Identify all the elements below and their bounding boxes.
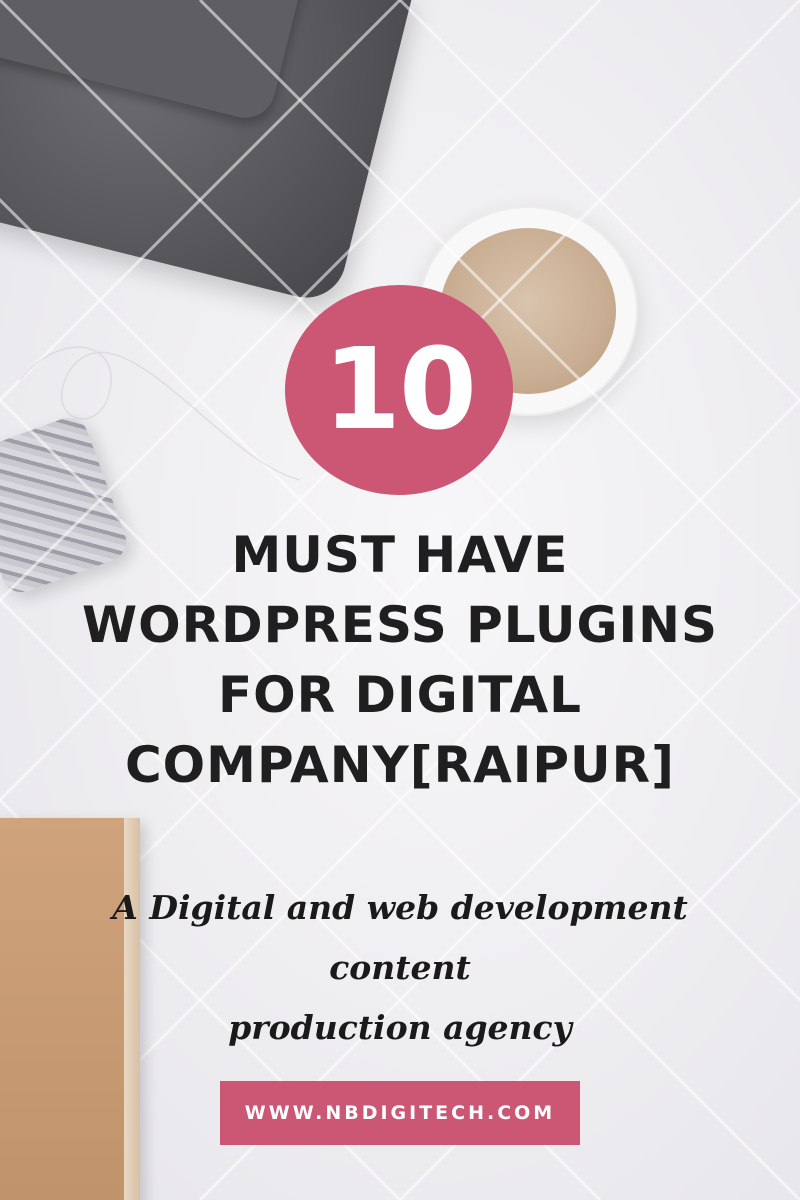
pouch-flap [0,0,311,125]
website-url-button[interactable]: WWW.NBDIGITECH.COM [220,1081,580,1145]
tagline-line-1: A Digital and web development content [112,888,688,987]
badge-number: 10 [323,325,477,455]
headline-line-1: MUST HAVE [231,526,569,584]
headline-line-4: COMPANY[RAIPUR] [124,736,675,794]
website-url-label: WWW.NBDIGITECH.COM [244,1102,556,1124]
tagline: A Digital and web development content pr… [40,878,760,1058]
number-badge: 10 [285,285,513,495]
tagline-line-2: production agency [228,1008,572,1047]
headline-line-3: FOR DIGITAL [217,666,583,724]
headline-line-2: WORDPRESS PLUGINS [82,596,718,654]
headline: MUST HAVE WORDPRESS PLUGINS FOR DIGITAL … [0,520,800,800]
felt-pouch-image [0,0,413,307]
pin-poster: 10 MUST HAVE WORDPRESS PLUGINS FOR DIGIT… [0,0,800,1200]
